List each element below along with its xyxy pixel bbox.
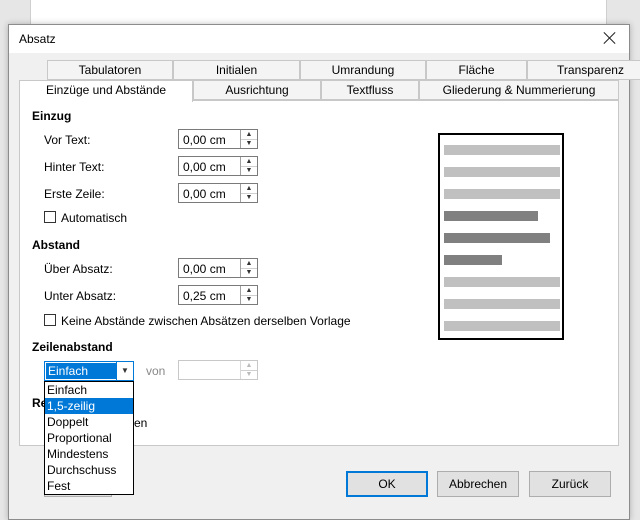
spin-down-icon[interactable]: ▼ xyxy=(241,295,257,304)
tab-label: Gliederung & Nummerierung xyxy=(442,83,596,97)
tab-label: Initialen xyxy=(215,63,258,77)
tab-textfluss[interactable]: Textfluss xyxy=(321,80,419,100)
tab-ausrichtung[interactable]: Ausrichtung xyxy=(193,80,321,100)
option-doppelt[interactable]: Doppelt xyxy=(45,414,133,430)
ok-button[interactable]: OK xyxy=(346,471,428,497)
zeilenabstand-heading: Zeilenabstand xyxy=(32,340,113,354)
spinner-value: 0,00 cm xyxy=(183,160,226,174)
ueber-absatz-spinner[interactable]: 0,00 cm ▲ ▼ xyxy=(178,258,258,278)
hinter-text-label: Hinter Text: xyxy=(44,160,105,174)
unter-absatz-spinner[interactable]: 0,25 cm ▲ ▼ xyxy=(178,285,258,305)
option-1-5-zeilig[interactable]: 1,5-zeilig xyxy=(45,398,133,414)
spinner-buttons: ▲ ▼ xyxy=(240,286,257,304)
line-spacing-options-list: Einfach 1,5-zeilig Doppelt Proportional … xyxy=(44,381,134,495)
tab-label: Ausrichtung xyxy=(225,83,289,97)
preview-line xyxy=(444,299,560,309)
erste-zeile-label: Erste Zeile: xyxy=(44,187,105,201)
spinner-value: 0,25 cm xyxy=(183,289,226,303)
tab-tabulatoren[interactable]: Tabulatoren xyxy=(47,60,173,80)
tab-label: Textfluss xyxy=(346,83,394,97)
hinter-text-spinner[interactable]: 0,00 cm ▲ ▼ xyxy=(178,156,258,176)
spin-down-icon[interactable]: ▼ xyxy=(241,139,257,148)
register-checkbox-label-partial: en xyxy=(134,416,148,430)
spinner-buttons: ▲ ▼ xyxy=(240,259,257,277)
option-einfach[interactable]: Einfach xyxy=(45,382,133,398)
tab-label: Tabulatoren xyxy=(78,63,142,77)
tab-label: Fläche xyxy=(458,63,495,77)
preview-line xyxy=(444,233,550,243)
tab-label: Transparenz xyxy=(557,63,624,77)
einzug-heading: Einzug xyxy=(32,109,72,123)
spinner-value: 0,00 cm xyxy=(183,187,226,201)
line-spacing-dropdown[interactable]: Einfach ▼ xyxy=(44,361,134,381)
spinner-value: 0,00 cm xyxy=(183,262,226,276)
spinner-buttons: ▲ ▼ xyxy=(240,361,257,379)
tab-initialen[interactable]: Initialen xyxy=(173,60,300,80)
automatisch-checkbox[interactable] xyxy=(44,211,56,223)
dialog-title: Absatz xyxy=(19,32,56,46)
close-icon[interactable] xyxy=(601,29,619,47)
spinner-buttons: ▲ ▼ xyxy=(240,157,257,175)
zurueck-button[interactable]: Zurück xyxy=(529,471,611,497)
option-fest[interactable]: Fest xyxy=(45,478,133,494)
dropdown-selected-value: Einfach xyxy=(46,363,116,379)
tab-gliederung[interactable]: Gliederung & Nummerierung xyxy=(419,80,619,100)
spin-down-icon: ▼ xyxy=(245,371,253,378)
preview-line xyxy=(444,189,560,199)
von-spinner: ▲ ▼ xyxy=(178,360,258,380)
spinner-buttons: ▲ ▼ xyxy=(240,130,257,148)
vor-text-label: Vor Text: xyxy=(44,133,91,147)
tab-transparenz[interactable]: Transparenz xyxy=(527,60,640,80)
keine-abstaende-label: Keine Abstände zwischen Absätzen derselb… xyxy=(61,314,351,328)
tab-flaeche[interactable]: Fläche xyxy=(426,60,527,80)
chevron-down-icon[interactable]: ▼ xyxy=(116,362,133,380)
preview-line xyxy=(444,255,502,265)
tab-label: Einzüge und Abstände xyxy=(45,83,167,97)
preview-line xyxy=(444,321,560,331)
von-label: von xyxy=(146,364,166,378)
spin-down-icon[interactable]: ▼ xyxy=(241,166,257,175)
unter-absatz-label: Unter Absatz: xyxy=(44,289,117,303)
automatisch-label: Automatisch xyxy=(61,211,128,225)
abstand-heading: Abstand xyxy=(32,238,80,252)
abbrechen-button[interactable]: Abbrechen xyxy=(437,471,519,497)
vor-text-spinner[interactable]: 0,00 cm ▲ ▼ xyxy=(178,129,258,149)
tab-label: Umrandung xyxy=(331,63,395,77)
preview-line xyxy=(444,211,538,221)
erste-zeile-spinner[interactable]: 0,00 cm ▲ ▼ xyxy=(178,183,258,203)
title-bar: Absatz xyxy=(9,25,629,53)
ueber-absatz-label: Über Absatz: xyxy=(44,262,113,276)
keine-abstaende-checkbox[interactable] xyxy=(44,314,56,326)
option-proportional[interactable]: Proportional xyxy=(45,430,133,446)
preview-line xyxy=(444,167,560,177)
spinner-buttons: ▲ ▼ xyxy=(240,184,257,202)
tab-umrandung[interactable]: Umrandung xyxy=(300,60,426,80)
preview-line xyxy=(444,145,560,155)
preview-line xyxy=(444,277,560,287)
spin-down-icon[interactable]: ▼ xyxy=(241,193,257,202)
tab-einzuege-abstaende[interactable]: Einzüge und Abstände xyxy=(19,80,193,102)
paragraph-preview xyxy=(438,133,564,340)
option-durchschuss[interactable]: Durchschuss xyxy=(45,462,133,478)
spinner-value: 0,00 cm xyxy=(183,133,226,147)
spin-down-icon[interactable]: ▼ xyxy=(241,268,257,277)
option-mindestens[interactable]: Mindestens xyxy=(45,446,133,462)
